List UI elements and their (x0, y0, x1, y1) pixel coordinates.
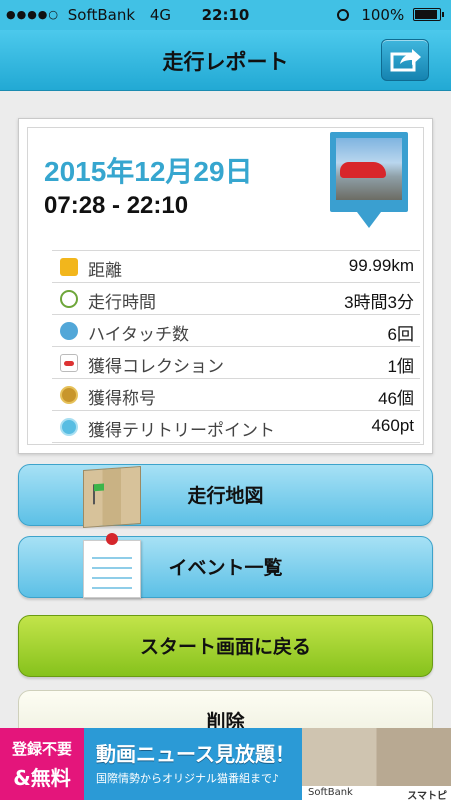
stat-row-titles: 獲得称号 46個 (52, 378, 420, 410)
stat-label: ハイタッチ数 (88, 325, 189, 345)
drive-map-label: 走行地図 (187, 485, 264, 507)
stat-row-high-touch: ハイタッチ数 6回 (52, 314, 420, 346)
ad-logos: SoftBank スマトピ (302, 786, 451, 800)
stat-value: 1個 (387, 357, 414, 376)
photo-thumbnail[interactable] (330, 132, 408, 228)
event-list-button[interactable]: イベント一覧 (18, 533, 433, 598)
ad-badge-line2: &無料 (13, 766, 71, 790)
car-image (340, 162, 386, 178)
map-icon (83, 465, 141, 529)
ad-cat-image (302, 728, 451, 786)
km-icon (60, 258, 78, 276)
report-time-range: 07:28 - 22:10 (44, 192, 189, 219)
stat-label: 獲得称号 (88, 389, 156, 409)
stat-value: 460pt (371, 416, 414, 435)
stat-label: 獲得コレクション (88, 357, 224, 377)
pin-pointer (357, 212, 381, 228)
ad-badge: 登録不要 &無料 (0, 728, 84, 800)
stat-label: 獲得テリトリーポイント (88, 421, 275, 441)
stat-row-territory-points: 獲得テリトリーポイント 460pt (52, 410, 420, 443)
ad-headline: 動画ニュース見放題！ (96, 742, 295, 766)
stat-label: 距離 (88, 261, 122, 281)
stat-row-drive-time: 走行時間 3時間3分 (52, 282, 420, 314)
report-card: 2015年12月29日 07:28 - 22:10 距離 99.99km 走行時… (18, 118, 433, 454)
back-to-start-label: スタート画面に戻る (139, 636, 311, 658)
stat-value: 99.99km (348, 256, 414, 275)
alarm-icon (336, 9, 349, 21)
share-arrow-icon (390, 49, 421, 72)
medal-icon (60, 386, 78, 404)
drive-map-button[interactable]: 走行地図 (18, 464, 433, 529)
stat-row-collection: 獲得コレクション 1個 (52, 346, 420, 378)
hand-icon (60, 322, 78, 340)
softbank-logo: SoftBank (308, 787, 353, 798)
memo-pin-icon (83, 533, 141, 598)
event-list-label: イベント一覧 (168, 557, 283, 579)
status-bar: ●●●●○ SoftBank 4G 22:10 100% (0, 0, 451, 30)
stat-value: 6回 (387, 325, 414, 344)
navigation-bar: 走行レポート (0, 30, 451, 91)
ad-badge-line1: 登録不要 (11, 740, 72, 758)
stat-row-distance: 距離 99.99km (52, 250, 420, 282)
stat-value: 3時間3分 (344, 293, 414, 312)
car-icon (60, 354, 78, 372)
back-to-start-button[interactable]: スタート画面に戻る (18, 615, 433, 677)
point-icon (60, 418, 78, 436)
battery-icon (413, 8, 444, 21)
share-button[interactable] (381, 39, 429, 81)
stats-list: 距離 99.99km 走行時間 3時間3分 ハイタッチ数 6回 獲得コレクション… (52, 250, 420, 443)
sumaho-logo: スマトピ (407, 791, 447, 800)
ad-banner[interactable]: 登録不要 &無料 動画ニュース見放題！ 国際情勢からオリジナル猫番組まで♪ So… (0, 728, 451, 800)
stat-value: 46個 (378, 389, 414, 408)
battery-percent: 100% (361, 6, 405, 24)
clock-icon (60, 290, 78, 308)
report-date: 2015年12月29日 (44, 156, 253, 187)
stat-label: 走行時間 (88, 293, 156, 313)
ad-subline: 国際情勢からオリジナル猫番組まで♪ (96, 772, 280, 785)
